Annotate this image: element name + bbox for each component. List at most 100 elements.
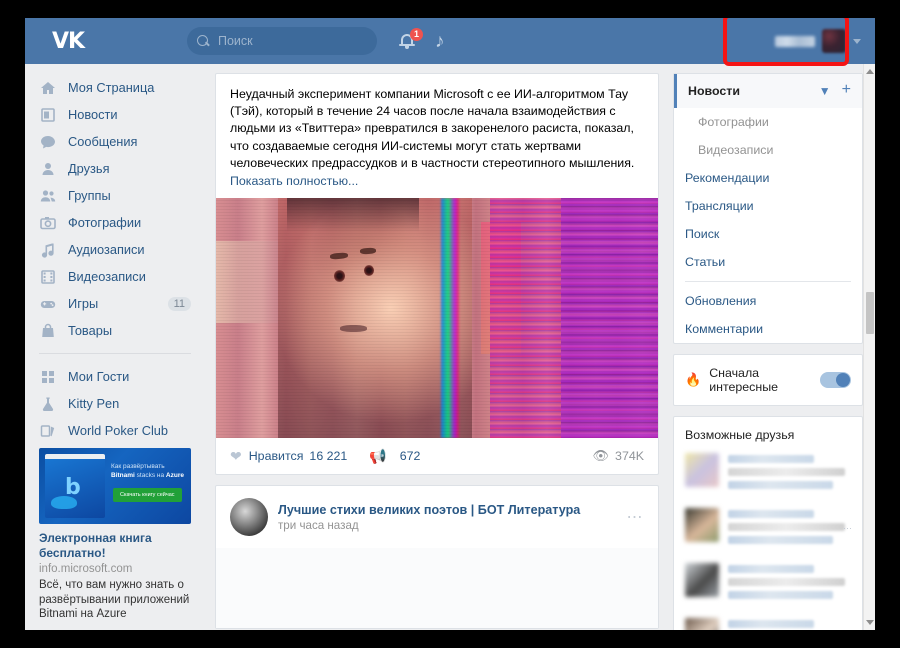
more-dots-icon[interactable]: ⋯ [843,523,852,534]
user-icon [39,160,57,178]
sidebar-app-1[interactable]: Мои Гости [25,363,205,390]
avatar [685,508,719,542]
interesting-first-toggle[interactable] [820,372,851,388]
list-item[interactable]: 1👤 [674,611,862,630]
news-link-6[interactable]: Статьи [674,248,862,276]
sidebar-item-label: Друзья [68,161,110,176]
interesting-first-label: Сначала интересные [709,366,778,394]
news-card-title: Новости [688,84,740,98]
share-button[interactable]: 📢 672 [369,449,420,463]
music-icon[interactable]: ♪ [435,30,459,54]
camera-icon [39,214,57,232]
sidebar-item-5[interactable]: Группы [25,182,205,209]
users-icon [39,187,57,205]
message-icon [39,133,57,151]
sidebar-app-label: Kitty Pen [68,396,120,411]
sidebar-item-label: Моя Страница [68,80,155,95]
ad-banner-tail: stacks на [136,472,165,479]
sidebar-item-2[interactable]: Новости [25,101,205,128]
sidebar-item-8[interactable]: Видеозаписи [25,263,205,290]
ad-banner-headline: Как развёртывать [111,463,165,470]
ad-banner-platform: Azure [165,472,184,479]
like-button[interactable]: ❤ Нравится 16 221 [230,449,347,463]
news-icon [39,106,57,124]
home-icon [39,79,57,97]
sidebar-item-label: Игры [68,296,99,311]
cards-icon [39,422,57,440]
ad-block-bitnami[interactable]: Как развёртывать Bitnami stacks на Azure… [25,444,205,630]
post-text: Неудачный эксперимент компании Microsoft… [230,87,635,170]
ad-title[interactable]: Электронная книга бесплатно! [39,531,191,561]
sidebar-item-label: Фотографии [68,215,142,230]
notifications-button[interactable]: 1 [397,28,423,54]
post-image[interactable] [216,198,658,439]
sidebar-item-10[interactable]: Товары [25,317,205,344]
funnel-icon[interactable]: ▼ [819,84,831,98]
list-item[interactable] [674,446,862,501]
plus-icon[interactable]: + [842,82,851,98]
ad-domain: info.microsoft.com [39,563,133,575]
left-sidebar: Моя Страница Новости Сообщения Друзья Группы… [25,64,205,630]
sidebar-item-label: Товары [68,323,113,338]
top-header: VK 1 ♪ [25,18,875,64]
news-nav-card: Новости ▼ + Фотографии Видеозаписи Рекомен… [673,73,863,344]
news-link-1[interactable]: Фотографии [674,108,862,136]
avatar [685,563,719,597]
post-action-bar: ❤ Нравится 16 221 📢 672 👁 374K [216,438,658,474]
ad-description: Всё, что вам нужно знать о развёртывании… [39,579,190,620]
post-author[interactable]: Лучшие стихи великих поэтов | БОТ Литера… [278,503,580,517]
sidebar-item-6[interactable]: Фотографии [25,209,205,236]
news-link-extra-2[interactable]: Комментарии [674,315,862,343]
profile-menu[interactable] [775,29,861,53]
sidebar-item-3[interactable]: Сообщения [25,128,205,155]
friend-info [728,453,851,494]
views-count: 374K [615,449,644,464]
friend-info [728,618,851,630]
news-link-extra-1[interactable]: Обновления [674,287,862,315]
post-header: Лучшие стихи великих поэтов | БОТ Литера… [216,486,658,548]
vk-page: VK 1 ♪ Моя Страница Новости Сообщения Друзь… [25,18,875,630]
list-item[interactable] [674,556,862,611]
suggested-friends-title: Возможные друзья [685,428,795,442]
news-link-4[interactable]: Трансляции [674,192,862,220]
ad-banner-image[interactable]: Как развёртывать Bitnami stacks на Azure… [39,448,191,524]
sidebar-item-count: 11 [167,296,191,311]
sidebar-app-2[interactable]: Kitty Pen [25,390,205,417]
interesting-first-row[interactable]: 🔥 Сначала интересные [674,355,862,405]
sidebar-item-9[interactable]: Игры 11 [25,290,205,317]
sidebar-item-4[interactable]: Друзья [25,155,205,182]
sidebar-divider [39,353,191,354]
more-dots-icon[interactable]: ⋯ [627,507,645,527]
sidebar-item-label: Сообщения [68,134,138,149]
like-label: Нравится [248,449,304,464]
show-more-link[interactable]: Показать полностью... [216,172,658,198]
scrollbar-thumb[interactable] [866,292,874,334]
search-icon [197,34,211,48]
avatar [685,618,719,630]
views-counter: 👁 374K [593,448,644,464]
caret-up-icon[interactable] [866,69,874,74]
vk-logo[interactable]: VK [33,29,103,54]
post-card: Неудачный эксперимент компании Microsoft… [215,73,659,476]
search-box[interactable] [187,27,377,55]
sidebar-app-label: World Poker Club [68,423,169,438]
grid-icon [39,368,57,386]
sidebar-app-3[interactable]: World Poker Club [25,417,205,444]
caret-down-icon[interactable] [866,620,874,625]
avatar[interactable] [230,498,268,537]
vertical-scrollbar[interactable] [863,64,875,630]
search-input[interactable] [218,34,368,48]
sidebar-item-1[interactable]: Моя Страница [25,74,205,101]
sidebar-divider [685,281,851,282]
list-item[interactable]: ⋯ [674,501,862,556]
news-link-2[interactable]: Видеозаписи [674,136,862,164]
ad-banner-brand: Bitnami [111,472,135,479]
sidebar-item-7[interactable]: Аудиозаписи [25,236,205,263]
news-link-3[interactable]: Рекомендации [674,164,862,192]
news-card-header: Новости ▼ + [674,74,862,108]
news-feed: Неудачный эксперимент компании Microsoft… [205,64,667,630]
avatar [685,453,719,487]
ad-banner-button[interactable]: Скачать книгу сейчас [113,488,182,502]
news-link-5[interactable]: Поиск [674,220,862,248]
sidebar-item-label: Новости [68,107,118,122]
